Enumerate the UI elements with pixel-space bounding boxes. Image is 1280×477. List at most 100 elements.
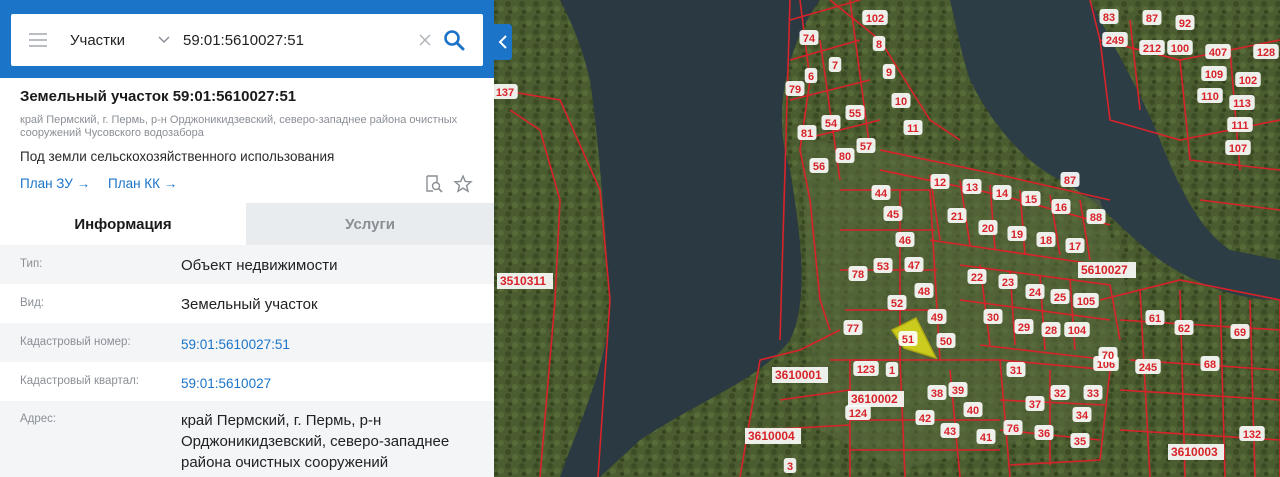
svg-text:19: 19 xyxy=(1011,229,1023,241)
parcel-label-17: 17 xyxy=(1065,238,1085,253)
parcel-label-33: 33 xyxy=(1083,385,1103,400)
tab-info[interactable]: Информация xyxy=(0,203,246,245)
parcel-label-15: 15 xyxy=(1021,191,1041,206)
svg-text:42: 42 xyxy=(919,413,931,425)
svg-text:8: 8 xyxy=(876,39,882,51)
parcel-label-28: 28 xyxy=(1041,322,1061,337)
parcel-label-45: 45 xyxy=(883,206,903,221)
parcel-label-77: 77 xyxy=(843,320,863,335)
svg-text:55: 55 xyxy=(849,108,861,120)
svg-text:111: 111 xyxy=(1231,120,1248,132)
svg-text:68: 68 xyxy=(1204,359,1216,371)
parcel-label-53: 53 xyxy=(873,258,893,273)
svg-text:22: 22 xyxy=(971,272,983,284)
parcel-label-13: 13 xyxy=(962,179,982,194)
svg-text:132: 132 xyxy=(1243,429,1261,441)
info-row-cad-block: Кадастровый квартал: 59:01:5610027 xyxy=(0,362,494,401)
parcel-label-105: 105 xyxy=(1073,293,1099,308)
svg-text:83: 83 xyxy=(1103,12,1115,24)
svg-text:104: 104 xyxy=(1068,325,1087,337)
parcel-label-107: 107 xyxy=(1225,140,1251,155)
parcel-label-55: 55 xyxy=(845,105,865,120)
parcel-label-48: 48 xyxy=(914,283,934,298)
info-panel: Участки Земельный участок 59:01:5610027:… xyxy=(0,0,494,477)
parcel-label-16: 16 xyxy=(1051,199,1071,214)
svg-text:124: 124 xyxy=(849,408,868,420)
parcel-label-111: 111 xyxy=(1227,117,1253,132)
svg-text:36: 36 xyxy=(1038,428,1050,440)
star-icon[interactable] xyxy=(453,174,473,194)
svg-text:3610003: 3610003 xyxy=(1171,445,1218,459)
svg-text:128: 128 xyxy=(1257,47,1275,59)
svg-text:24: 24 xyxy=(1029,287,1042,299)
svg-text:39: 39 xyxy=(952,385,964,397)
plan-zu-link[interactable]: План ЗУ → xyxy=(20,176,90,191)
svg-text:30: 30 xyxy=(987,312,999,324)
parcel-label-20: 20 xyxy=(978,220,998,235)
cad-number-link[interactable]: 59:01:5610027:51 xyxy=(181,334,481,355)
svg-text:15: 15 xyxy=(1025,194,1037,206)
object-title: Земельный участок 59:01:5610027:51 xyxy=(20,88,297,105)
parcel-label-44: 44 xyxy=(871,185,891,200)
svg-text:110: 110 xyxy=(1201,91,1219,103)
parcel-label-50: 50 xyxy=(936,333,956,348)
svg-text:61: 61 xyxy=(1149,313,1161,325)
svg-text:38: 38 xyxy=(931,388,943,400)
cad-block-link[interactable]: 59:01:5610027 xyxy=(181,373,481,394)
parcel-label-102: 102 xyxy=(862,10,888,25)
parcel-label-87: 87 xyxy=(1142,10,1162,25)
clear-icon[interactable] xyxy=(417,32,433,48)
search-box: Участки xyxy=(11,14,483,66)
svg-text:20: 20 xyxy=(982,223,994,235)
svg-text:79: 79 xyxy=(789,84,801,96)
parcel-label-87: 87 xyxy=(1060,172,1080,187)
svg-text:74: 74 xyxy=(803,33,816,45)
svg-text:37: 37 xyxy=(1029,399,1041,411)
svg-text:70: 70 xyxy=(1102,350,1114,362)
parcel-label-102: 102 xyxy=(1235,72,1261,87)
info-value-kind: Земельный участок xyxy=(181,296,318,313)
parcel-label-36: 36 xyxy=(1034,425,1054,440)
document-search-icon[interactable] xyxy=(424,174,444,194)
svg-text:105: 105 xyxy=(1077,296,1095,308)
svg-text:102: 102 xyxy=(1239,75,1257,87)
svg-text:56: 56 xyxy=(813,161,825,173)
svg-text:3610002: 3610002 xyxy=(851,392,898,406)
parcel-label-70: 70 xyxy=(1098,347,1118,362)
tab-services[interactable]: Услуги xyxy=(246,203,494,245)
info-label-address: Адрес: xyxy=(20,413,57,425)
svg-text:49: 49 xyxy=(931,312,943,324)
svg-text:5610027: 5610027 xyxy=(1081,263,1128,277)
svg-text:44: 44 xyxy=(875,188,888,200)
svg-text:3610001: 3610001 xyxy=(775,368,822,382)
svg-text:16: 16 xyxy=(1055,202,1067,214)
collapse-panel-button[interactable] xyxy=(494,24,512,60)
parcel-label-76: 76 xyxy=(1003,420,1023,435)
svg-text:407: 407 xyxy=(1209,47,1227,59)
svg-text:81: 81 xyxy=(801,128,813,140)
parcel-label-81: 81 xyxy=(797,125,817,140)
chevron-down-icon[interactable] xyxy=(157,33,171,47)
parcel-label-80: 80 xyxy=(835,148,855,163)
parcel-label-29: 29 xyxy=(1014,319,1034,334)
search-icon[interactable] xyxy=(443,29,465,51)
parcel-label-124: 124 xyxy=(845,405,871,420)
quarter-label-5610027: 5610027 xyxy=(1078,262,1136,278)
parcel-label-51: 51 xyxy=(898,331,918,346)
svg-text:113: 113 xyxy=(1233,98,1251,110)
svg-text:23: 23 xyxy=(1002,277,1014,289)
hamburger-menu-icon[interactable] xyxy=(29,33,47,47)
parcel-label-104: 104 xyxy=(1064,322,1090,337)
search-input[interactable] xyxy=(183,31,408,49)
parcel-label-37: 37 xyxy=(1025,396,1045,411)
svg-text:9: 9 xyxy=(886,67,892,79)
svg-text:47: 47 xyxy=(908,260,920,272)
search-type-select[interactable]: Участки xyxy=(70,32,140,49)
svg-text:18: 18 xyxy=(1040,235,1052,247)
plan-kk-link[interactable]: План КК → xyxy=(108,176,177,191)
svg-text:123: 123 xyxy=(857,364,875,376)
parcel-label-56: 56 xyxy=(809,158,829,173)
svg-text:14: 14 xyxy=(996,188,1009,200)
parcel-label-100: 100 xyxy=(1167,40,1193,55)
parcel-label-35: 35 xyxy=(1070,433,1090,448)
